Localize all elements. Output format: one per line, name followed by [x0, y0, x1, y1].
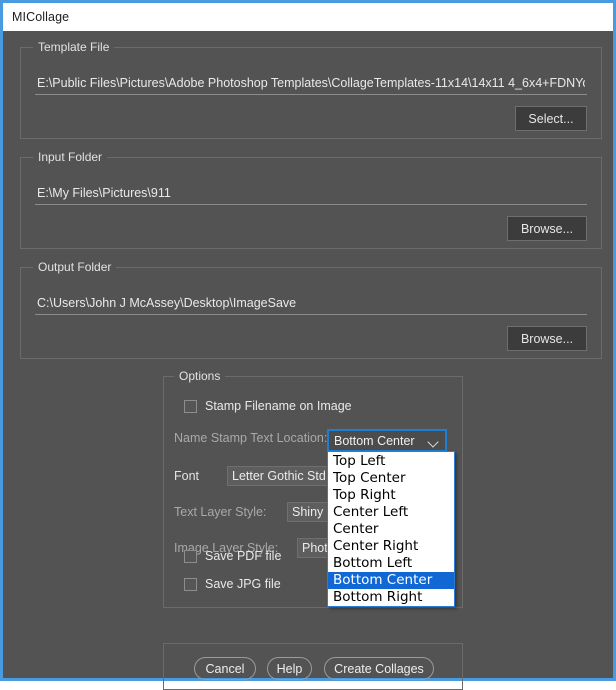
- name-stamp-location-label: Name Stamp Text Location:: [174, 431, 328, 445]
- input-folder-legend: Input Folder: [33, 150, 108, 165]
- options-legend: Options: [174, 369, 226, 384]
- text-layer-style-label: Text Layer Style:: [174, 505, 267, 519]
- dropdown-item[interactable]: Bottom Center: [328, 572, 454, 589]
- output-folder-input[interactable]: [35, 293, 587, 315]
- browse-input-folder-button[interactable]: Browse...: [507, 216, 587, 241]
- dropdown-item[interactable]: Center Left: [328, 504, 454, 521]
- stamp-filename-checkbox-row[interactable]: Stamp Filename on Image: [184, 399, 352, 413]
- window-title: MICollage: [12, 10, 70, 24]
- dropdown-item[interactable]: Bottom Right: [328, 589, 454, 606]
- micollage-window: MICollage Template File Select... Input …: [0, 0, 616, 690]
- name-stamp-location-combobox[interactable]: Bottom Center: [327, 429, 447, 452]
- chevron-down-icon: [428, 435, 440, 447]
- select-template-button[interactable]: Select...: [515, 106, 587, 131]
- name-stamp-location-dropdown-list[interactable]: Top Left Top Center Top Right Center Left Ce…: [327, 451, 455, 607]
- template-file-legend: Template File: [33, 40, 115, 55]
- action-buttons-group: Cancel Help Create Collages: [163, 643, 463, 690]
- save-jpg-checkbox-row[interactable]: Save JPG file: [184, 577, 281, 591]
- name-stamp-location-selected-value: Bottom Center: [334, 433, 415, 448]
- output-folder-group: Output Folder Browse...: [20, 260, 602, 359]
- dropdown-item[interactable]: Top Right: [328, 487, 454, 504]
- save-pdf-label: Save PDF file: [205, 549, 282, 563]
- create-collages-button[interactable]: Create Collages: [324, 657, 434, 680]
- font-label: Font: [174, 469, 200, 483]
- name-stamp-location-row: Name Stamp Text Location:: [174, 431, 327, 445]
- template-file-input[interactable]: [35, 73, 587, 95]
- dropdown-item[interactable]: Center: [328, 521, 454, 538]
- save-jpg-label: Save JPG file: [205, 577, 281, 591]
- save-pdf-checkbox-row[interactable]: Save PDF file: [184, 549, 281, 563]
- title-bar: MICollage: [3, 3, 613, 31]
- output-folder-legend: Output Folder: [33, 260, 117, 275]
- dropdown-item[interactable]: Top Left: [328, 453, 454, 470]
- text-layer-style-row: Text Layer Style: Shiny Me: [174, 502, 362, 522]
- input-folder-input[interactable]: [35, 183, 587, 205]
- template-file-group: Template File Select...: [20, 40, 602, 139]
- dropdown-item[interactable]: Top Center: [328, 470, 454, 487]
- options-group: Options Stamp Filename on Image Name Sta…: [163, 369, 463, 608]
- help-button[interactable]: Help: [267, 657, 312, 680]
- browse-output-folder-button[interactable]: Browse...: [507, 326, 587, 351]
- stamp-filename-label: Stamp Filename on Image: [205, 399, 352, 413]
- font-row: Font Letter Gothic Std Mediu: [174, 466, 362, 486]
- cancel-button[interactable]: Cancel: [194, 657, 256, 680]
- stamp-filename-checkbox[interactable]: [184, 399, 197, 413]
- dialog-body: Template File Select... Input Folder Bro…: [3, 31, 613, 690]
- save-jpg-checkbox[interactable]: [184, 577, 197, 591]
- dropdown-item[interactable]: Bottom Left: [328, 555, 454, 572]
- dropdown-item[interactable]: Center Right: [328, 538, 454, 555]
- input-folder-group: Input Folder Browse...: [20, 150, 602, 249]
- save-pdf-checkbox[interactable]: [184, 549, 197, 563]
